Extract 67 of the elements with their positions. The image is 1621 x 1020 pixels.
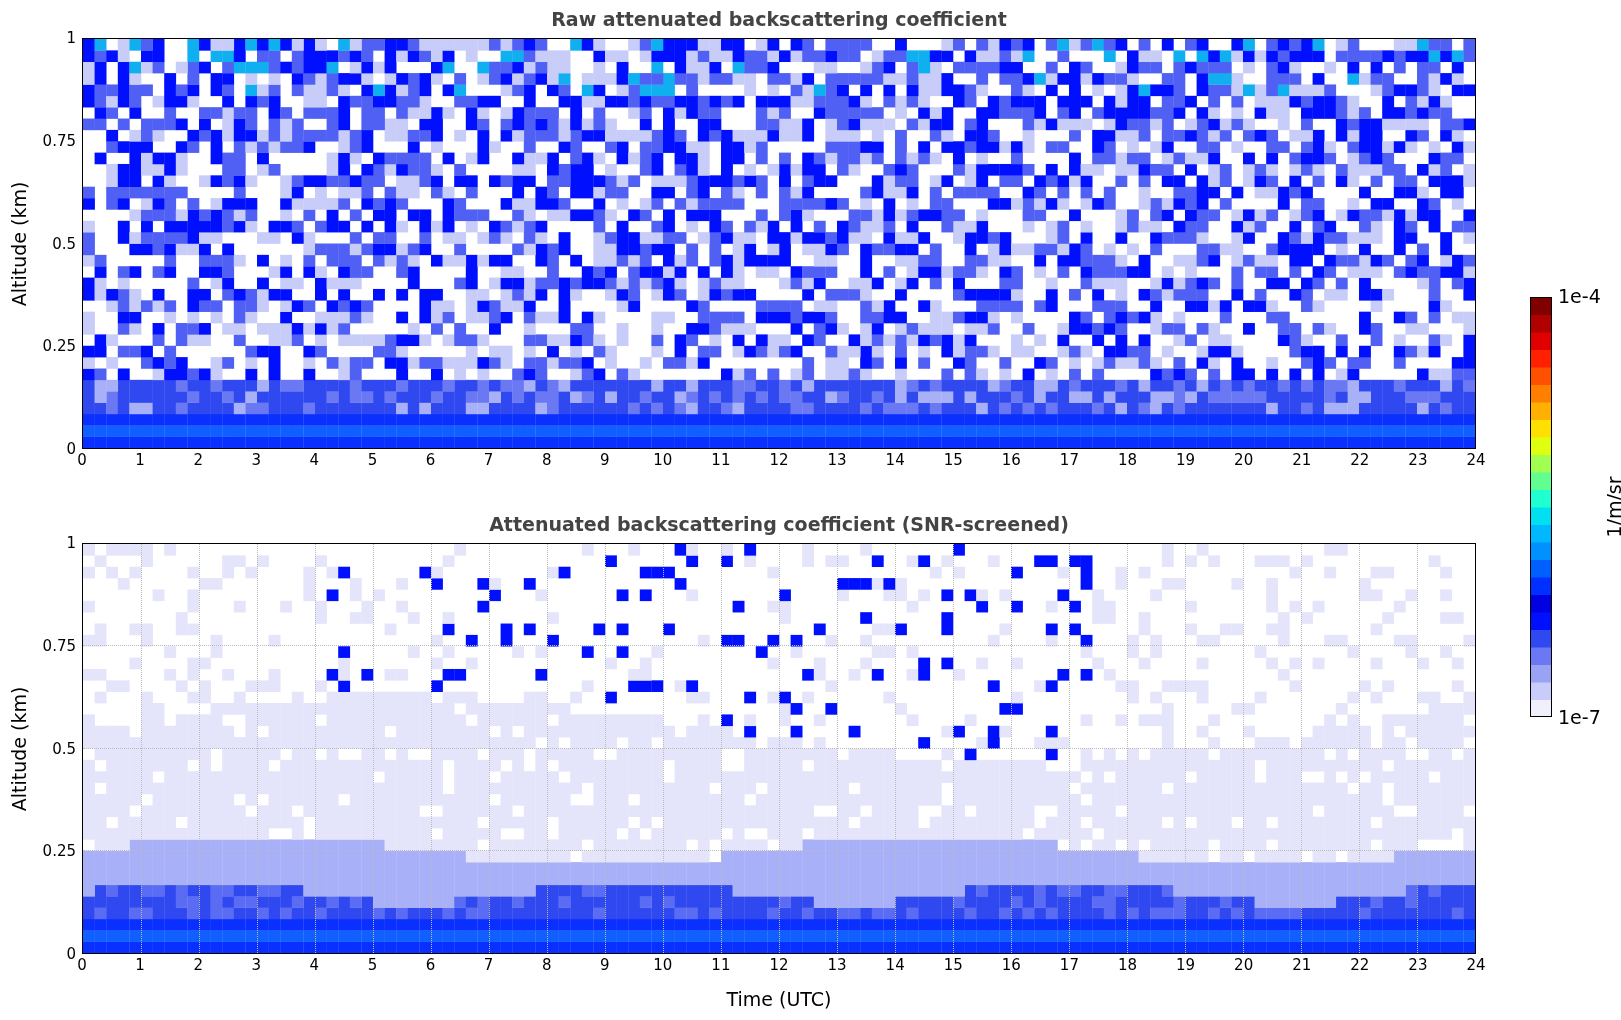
x-tick-label: 2 [193,957,203,974]
y-tick-label: 1 [66,30,76,46]
y-tick-label: 0.25 [42,843,76,859]
x-tick-label: 9 [600,452,610,469]
x-tick-label: 5 [367,957,378,974]
x-tick-label: 3 [251,452,261,469]
x-tick-label: 13 [827,452,847,469]
x-tick-label: 21 [1292,452,1312,469]
y-tick-label: 0.25 [42,338,76,354]
x-tick-label: 12 [769,957,789,974]
x-tick-label: 23 [1408,957,1428,974]
x-axis-label: Time (UTC) [726,988,832,1010]
x-tick-label: 8 [541,957,552,974]
x-tick-label: 24 [1466,957,1486,974]
x-tick-label: 17 [1059,452,1079,469]
x-tick-label: 22 [1350,452,1370,469]
y-tick-label: 0.5 [52,741,76,756]
x-tick-label: 14 [885,452,905,469]
x-tick-label: 10 [653,452,673,469]
x-tick-label: 4 [309,957,320,974]
y-axis-label: Altitude (km) [8,181,30,306]
x-tick-label: 1 [135,957,145,974]
x-tick-label: 0 [77,452,87,469]
x-tick-label: 16 [1001,452,1021,469]
x-tick-label: 0 [77,957,87,974]
x-tick-label: 15 [943,957,963,974]
x-tick-label: 4 [309,452,320,469]
x-tick-label: 15 [943,452,963,469]
colorbar-max-label: 1e-4 [1558,287,1601,306]
x-tick-label: 18 [1117,452,1138,469]
x-tick-label: 20 [1234,957,1254,974]
x-tick-label: 5 [367,452,378,469]
colorbar-min-label: 1e-7 [1558,708,1601,727]
x-tick-label: 14 [885,957,905,974]
x-tick-label: 2 [193,452,203,469]
x-tick-label: 6 [425,957,436,974]
x-tick-label: 12 [769,452,789,469]
y-tick-label: 0 [66,441,76,457]
x-tick-label: 3 [251,957,261,974]
x-tick-label: 20 [1234,452,1254,469]
x-tick-label: 16 [1001,957,1021,974]
x-tick-label: 13 [827,957,847,974]
y-tick-label: 1 [66,535,76,551]
x-tick-label: 19 [1176,452,1196,469]
x-tick-label: 11 [711,452,731,469]
x-tick-label: 21 [1292,957,1312,974]
x-tick-label: 18 [1117,957,1138,974]
x-tick-label: 23 [1408,452,1428,469]
y-axis-label: Altitude (km) [8,686,30,811]
x-tick-label: 7 [483,452,494,469]
x-tick-label: 6 [425,452,436,469]
x-tick-label: 7 [483,957,494,974]
x-tick-label: 11 [711,957,731,974]
x-tick-label: 22 [1350,957,1370,974]
x-tick-label: 9 [600,957,610,974]
x-tick-label: 17 [1059,957,1079,974]
y-tick-label: 0.75 [42,638,76,654]
chart-title: Attenuated backscattering coefficient (SNR-screened) [489,513,1069,535]
x-tick-label: 8 [541,452,552,469]
x-tick-label: 10 [653,957,673,974]
y-tick-label: 0.5 [52,236,76,251]
x-tick-label: 1 [135,452,145,469]
chart-title: Raw attenuated backscattering coefficient [551,8,1007,30]
y-tick-label: 0.75 [42,133,76,149]
y-tick-label: 0 [66,946,76,962]
x-tick-label: 24 [1466,452,1486,469]
x-tick-label: 19 [1176,957,1196,974]
